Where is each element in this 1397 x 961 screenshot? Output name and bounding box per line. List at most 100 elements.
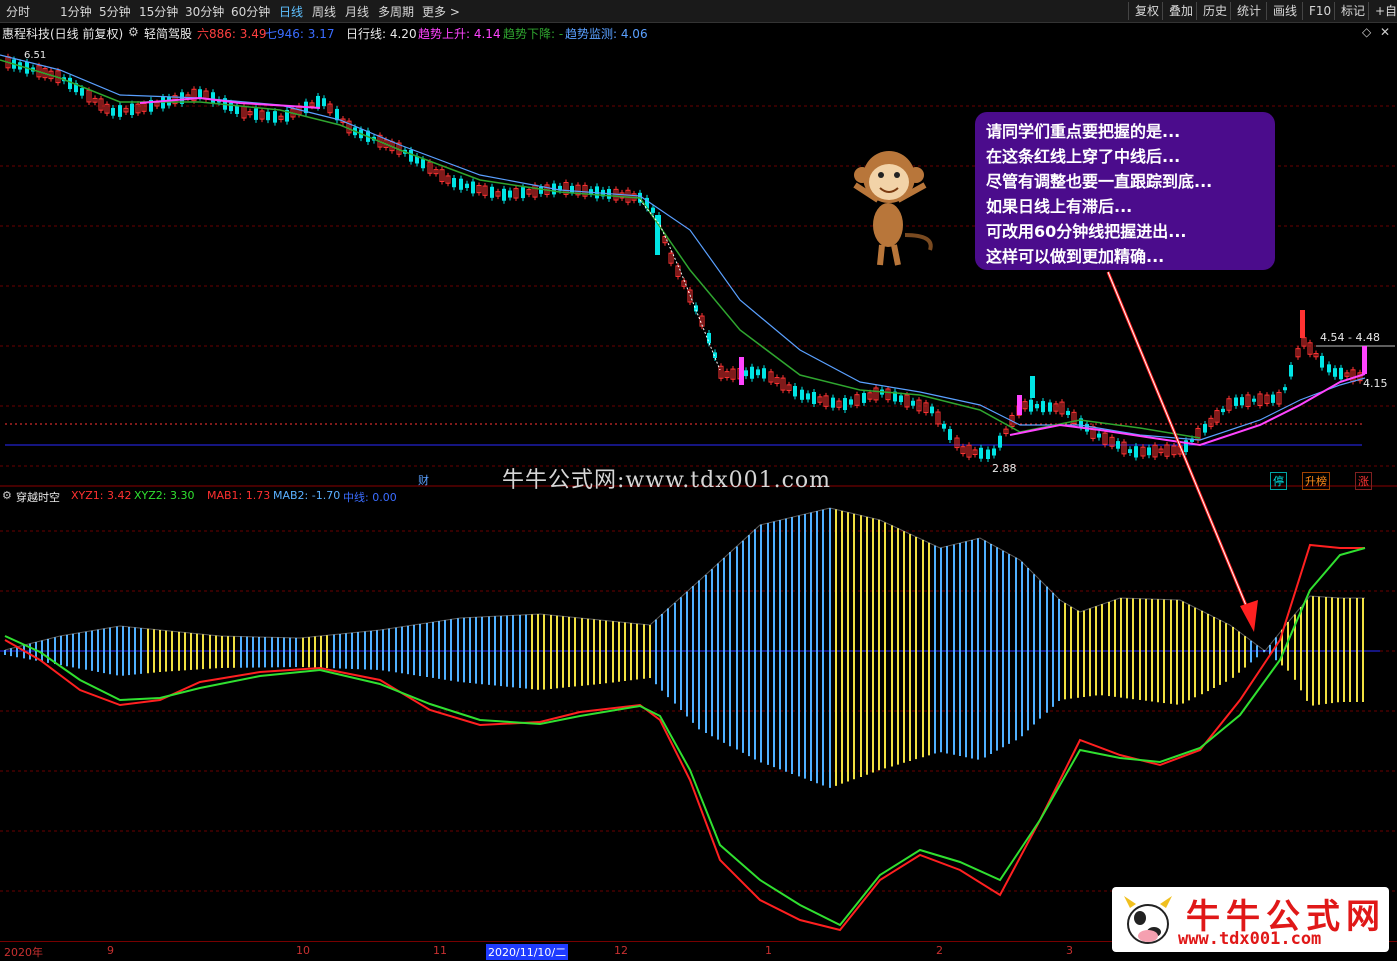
candle-body [508,190,512,198]
candle-body [68,77,72,90]
monkey-eye [894,172,900,178]
candle-body [651,207,655,213]
monkey-leg [877,244,885,266]
indicator-name[interactable]: 穿越时空 [16,489,60,505]
candle-body [459,178,463,190]
date-tick: 2020年 [4,946,43,959]
xyz-lines [4,543,1366,932]
candle-body [1097,433,1101,438]
date-tick: 9 [107,944,114,957]
candle-body [1048,402,1052,412]
candle-body [273,111,277,123]
xyz2-value: XYZ2: 3.30 [134,489,195,502]
candle-body [111,107,115,116]
monkey-eye [878,172,884,178]
xyz1-line [4,543,1365,932]
annotation-line: 如果日线上有滞后... [986,197,1133,216]
low-price-label: 2.88 [992,462,1017,475]
logo-url: www.tdx001.com [1178,929,1322,949]
monkey-tail [904,233,933,251]
finance-event-mark[interactable]: 财 [416,472,431,488]
annotation-line: 这样可以做到更加精确... [986,247,1165,266]
mab2-value: MAB2: -1.70 [273,489,341,502]
candle-body [570,185,574,193]
date-tick: 2 [936,944,943,957]
cow-logo-icon [1124,896,1172,944]
high-price-label: 6.51 [24,50,47,61]
last-price-label: 4.15 [1363,377,1388,390]
candle-body [800,389,804,400]
candle-body [948,429,952,440]
candle-body [1333,368,1337,377]
date-tick: 12 [614,944,628,957]
xyz2-line [4,547,1366,927]
indicator-gear-icon[interactable]: ⚙ [2,489,12,502]
candle-body [1116,441,1120,449]
candle-body [1147,447,1151,456]
candle-body [471,181,475,194]
arrow-shaft-highlight [1107,271,1251,616]
candle-body [254,108,258,120]
candle-body [806,393,810,400]
date-tick: 1 [765,944,772,957]
annotation-line: 可改用60分钟线把握进出... [986,222,1187,241]
candle-body [1035,404,1039,409]
mab1-value: MAB1: 1.73 [207,489,271,502]
arrow-head [1240,600,1258,632]
candle-body [130,103,134,116]
envelope-top [4,507,1365,652]
candle-body [1240,397,1244,406]
monkey-face [869,164,909,200]
candle-body [707,332,711,344]
candle-body [1339,367,1343,380]
monkey-mascot-icon [853,151,933,266]
candle-body [409,149,413,162]
candle-body [521,187,525,199]
candle-body [229,102,233,112]
date-tick: 11 [433,944,447,957]
candle-body [930,406,934,414]
candle-body [266,111,270,121]
candle-body [1134,446,1138,458]
candle-body [739,357,744,385]
envelope-bars [4,507,1365,788]
candle-body [1234,397,1238,406]
candle-body [1066,410,1070,416]
candle-body [539,187,543,194]
candle-body [1283,387,1287,391]
candle-body [979,447,983,459]
candle-body [1128,449,1132,453]
monkey-body [873,203,903,247]
indicator-header: ⚙ 穿越时空 XYZ1: 3.42 XYZ2: 3.30 MAB1: 1.73 … [0,488,1397,504]
candle-body [1017,395,1022,415]
candle-body [589,189,593,195]
candle-body [1221,408,1225,413]
candle-body [992,448,996,456]
candle-body [744,370,748,377]
candle-body [1271,394,1275,403]
candle-body [1362,346,1367,374]
candle-body [421,159,425,169]
candle-body [1029,399,1033,412]
candle-body [862,393,866,403]
candle-body [756,369,760,376]
candle-body [812,392,816,404]
candle-body [849,399,853,405]
candle-body [452,178,456,188]
candle-body [998,435,1002,448]
candle-body [762,368,766,379]
annotation-line: 在这条红线上穿了中线后... [986,147,1181,166]
monkey-leg [891,244,901,266]
candle-body [793,385,797,397]
date-tick: 10 [296,944,310,957]
candle-body [80,88,84,96]
candle-body [1320,355,1324,368]
ma-magenta-line [1009,373,1366,447]
candle-body [198,89,202,98]
candle-body [1252,398,1256,402]
xyz1-value: XYZ1: 3.42 [71,489,132,502]
candle-body [899,395,903,403]
candle-body [1203,424,1207,433]
candle-body [831,397,835,408]
candle-body [911,400,915,406]
